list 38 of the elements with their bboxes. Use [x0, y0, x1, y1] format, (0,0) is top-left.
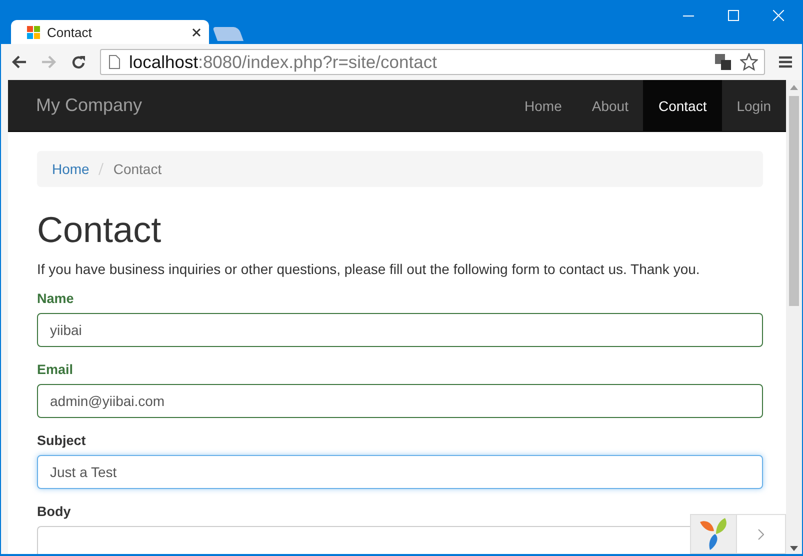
breadcrumb-item: Contact: [113, 161, 162, 177]
star-icon[interactable]: [740, 53, 758, 71]
url-text: localhost:8080/index.php?r=site/contact: [129, 52, 438, 72]
brand-link[interactable]: My Company: [36, 95, 142, 116]
leaf-logo-icon: [698, 517, 728, 551]
maximize-icon[interactable]: [728, 10, 739, 21]
intro-text: If you have business inquiries or other questions, please fill out the following form to contact us. Thank you.: [37, 261, 701, 277]
nav-link[interactable]: Login: [722, 80, 786, 131]
breadcrumb-item[interactable]: Home: [52, 161, 90, 177]
nav-link[interactable]: Home: [510, 80, 577, 131]
input-field[interactable]: admin@yiibai.com: [37, 384, 763, 418]
field-label: Email: [37, 362, 74, 377]
page-heading: Contact: [37, 209, 162, 251]
field-label: Name: [37, 291, 75, 306]
browser-tab[interactable]: Contact: [11, 20, 209, 44]
menu-icon[interactable]: [779, 56, 792, 68]
page-icon: [109, 55, 120, 69]
logo-button[interactable]: [691, 515, 737, 553]
back-arrow-icon[interactable]: [11, 55, 27, 69]
scroll-down-icon[interactable]: [790, 546, 798, 551]
reload-icon[interactable]: [71, 54, 86, 70]
input-field[interactable]: yiibai: [37, 313, 763, 347]
tab-title: Contact: [47, 24, 93, 40]
close-tab-icon[interactable]: [192, 28, 201, 36]
chevron-right-icon: [758, 528, 764, 540]
address-bar[interactable]: localhost:8080/index.php?r=site/contact: [100, 49, 765, 75]
separator-icon: [98, 163, 104, 175]
scroll-up-icon[interactable]: [790, 85, 798, 90]
scrollbar[interactable]: [786, 80, 802, 554]
nav-link[interactable]: About: [576, 80, 644, 131]
favicon-icon: [27, 26, 40, 38]
new-tab-button[interactable]: [212, 27, 244, 41]
input-field[interactable]: Just a Test: [37, 455, 763, 489]
field-label: Subject: [37, 433, 87, 448]
close-icon[interactable]: [773, 10, 784, 21]
field-label: Body: [37, 504, 72, 519]
nav-link[interactable]: Contact: [643, 80, 722, 131]
scrollbar-thumb[interactable]: [789, 96, 799, 306]
